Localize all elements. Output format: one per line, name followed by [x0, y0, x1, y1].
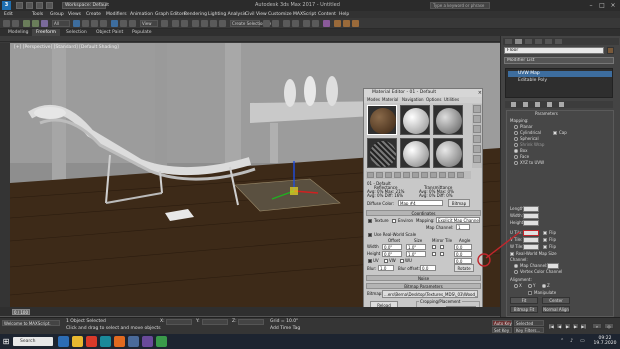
- play-icon[interactable]: ▶: [564, 323, 571, 329]
- prompt-line: Click and drag to select and move object…: [66, 326, 161, 331]
- y-label: Y:: [196, 319, 200, 324]
- x-label: X:: [160, 319, 165, 324]
- annotation-line: [485, 231, 521, 259]
- taskbar-clock[interactable]: 09:22 19.7.2020: [592, 336, 618, 346]
- selection-status: 1 Object Selected: [66, 319, 106, 324]
- windows-start-icon[interactable]: ⊞: [1, 336, 11, 347]
- chrome-icon[interactable]: [86, 336, 97, 347]
- windows-taskbar: ⊞ Search ⌃ ♪ ▭ 09:22 19.7.2020: [0, 334, 620, 349]
- time-slider-bar: 0 / 100: [0, 307, 500, 317]
- file-explorer-icon[interactable]: [72, 336, 83, 347]
- z-coordinate-field[interactable]: [238, 319, 264, 325]
- set-key-button[interactable]: Set Key: [492, 327, 512, 333]
- maxscript-listener[interactable]: Welcome to MAXScript.: [2, 320, 60, 326]
- annotation-circle: [477, 253, 491, 267]
- app-taskbar-icon-2[interactable]: [142, 336, 153, 347]
- volume-icon[interactable]: ♪: [570, 338, 573, 344]
- previous-frame-icon[interactable]: ◀: [556, 323, 563, 329]
- clock-date: 19.7.2020: [593, 341, 617, 346]
- add-time-tag[interactable]: Add Time Tag: [270, 326, 300, 332]
- y-coordinate-field[interactable]: [202, 319, 228, 325]
- zoom-icon[interactable]: ⌕: [592, 323, 602, 329]
- grid-size: Grid = 10.0": [270, 319, 299, 324]
- firefox-icon[interactable]: [114, 336, 125, 347]
- time-slider[interactable]: 0 / 100: [12, 309, 30, 315]
- annotation-overlay: [477, 231, 521, 267]
- x-coordinate-field[interactable]: [166, 319, 192, 325]
- go-to-start-icon[interactable]: |◀: [548, 323, 555, 329]
- 3ds-max-taskbar-icon[interactable]: [100, 336, 111, 347]
- edge-browser-icon[interactable]: [58, 336, 69, 347]
- app-taskbar-icon-1[interactable]: [128, 336, 139, 347]
- app-taskbar-icon-3[interactable]: [156, 336, 167, 347]
- next-frame-icon[interactable]: ▶: [572, 323, 579, 329]
- status-bar: Welcome to MAXScript. 1 Object Selected …: [0, 317, 620, 334]
- z-label: Z:: [232, 319, 237, 324]
- key-filters-button[interactable]: Key Filters...: [514, 327, 544, 333]
- go-to-end-icon[interactable]: ▶|: [580, 323, 587, 329]
- taskbar-search-input[interactable]: Search: [13, 337, 53, 346]
- orbit-icon[interactable]: ◎: [604, 323, 614, 329]
- auto-key-button[interactable]: Auto Key: [492, 320, 512, 326]
- selected-dropdown[interactable]: Selected: [514, 320, 544, 326]
- language-icon[interactable]: ▭: [580, 338, 585, 344]
- network-icon[interactable]: ⌃: [560, 338, 564, 344]
